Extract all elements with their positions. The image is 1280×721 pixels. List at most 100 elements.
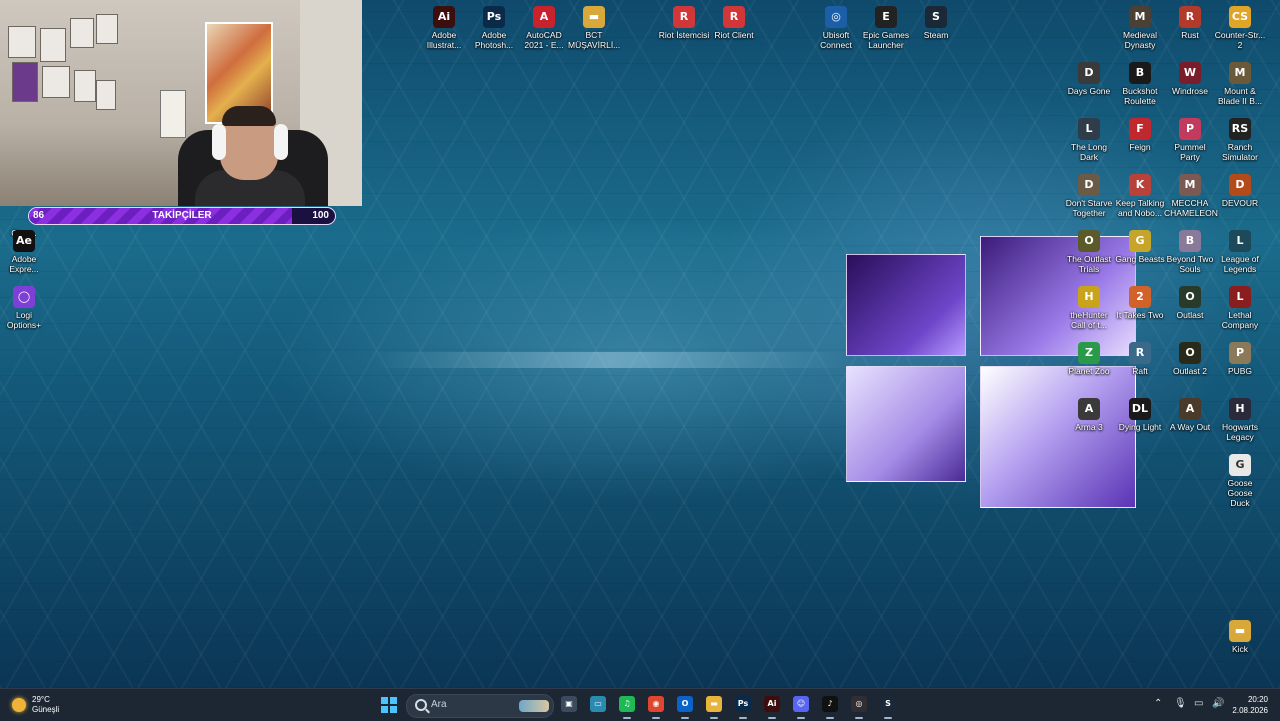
chevron-up-icon[interactable]: ⌃ <box>1154 698 1162 709</box>
desktop-icon-outlast[interactable]: O Outlast <box>1164 286 1216 320</box>
desktop-icon-riot-client[interactable]: R Riot Client <box>708 6 760 40</box>
desktop-icon-thehunter[interactable]: HtheHunter Call of t... <box>1063 286 1115 330</box>
taskbar-chrome-icon[interactable]: ◉ <box>648 696 664 712</box>
network-icon[interactable]: ▭ <box>1194 698 1203 709</box>
desktop-icon-epic-games[interactable]: E Epic Games Launcher <box>860 6 912 50</box>
desktop-icon-the-long-dark[interactable]: L The Long Dark <box>1063 118 1115 162</box>
taskbar-file-explorer-icon[interactable]: ▬ <box>706 696 722 712</box>
webcam-poster <box>74 70 96 102</box>
desktop-icon-meccha-chameleon[interactable]: M MECCHA CHAMELEON <box>1164 174 1218 218</box>
desktop-icon-ubisoft-connect[interactable]: ◎ Ubisoft Connect <box>810 6 862 50</box>
desktop-icon-label: A Way Out <box>1169 422 1211 432</box>
taskbar-search[interactable]: Ara <box>406 694 554 718</box>
desktop-icon-goose-goose-duck[interactable]: G Goose Goose Duck <box>1214 454 1266 508</box>
weather-widget[interactable]: 29°C Güneşli <box>12 695 59 715</box>
pubg-icon: P <box>1229 342 1251 364</box>
planet-zoo-icon: Z <box>1078 342 1100 364</box>
pummel-party-icon: P <box>1179 118 1201 140</box>
taskbar-discord-icon[interactable]: ☺ <box>793 696 809 712</box>
follower-goal-target: 100 <box>312 210 329 221</box>
volume-icon[interactable]: 🔊 <box>1212 698 1224 709</box>
desktop-icon-label: Logi Options+ <box>6 310 42 330</box>
desktop-icon-days-gone[interactable]: D Days Gone <box>1063 62 1115 96</box>
windows-logo-pane <box>846 254 966 356</box>
desktop-icon-planet-zoo[interactable]: Z Planet Zoo <box>1063 342 1115 376</box>
system-clock[interactable]: 20:20 2.08.2026 <box>1232 694 1268 716</box>
desktop-icon-dying-light[interactable]: DL Dying Light <box>1114 398 1166 432</box>
adobe-illustrator-icon: Ai <box>433 6 455 28</box>
desktop-icon-counter-strike[interactable]: CS Counter-Str... 2 <box>1214 6 1266 50</box>
running-indicator <box>826 717 834 719</box>
taskbar-task-view-icon[interactable]: ▣ <box>561 696 577 712</box>
desktop-icon-hogwarts-legacy[interactable]: H Hogwarts Legacy <box>1214 398 1266 442</box>
desktop-icon-label: Ubisoft Connect <box>820 30 852 50</box>
desktop-icon-beyond-two-souls[interactable]: B Beyond Two Souls <box>1164 230 1216 274</box>
desktop-icon-buckshot-roulette[interactable]: B Buckshot Roulette <box>1114 62 1166 106</box>
desktop-icon-it-takes-two[interactable]: 2 It Takes Two <box>1114 286 1166 320</box>
taskbar-obs-icon[interactable]: ◎ <box>851 696 867 712</box>
desktop-icon-ranch-simulator[interactable]: RS Ranch Simulator <box>1214 118 1266 162</box>
desktop-icon-arma-3[interactable]: A Arma 3 <box>1063 398 1115 432</box>
taskbar-outlook-icon[interactable]: O <box>677 696 693 712</box>
desktop-icon-rust[interactable]: R Rust <box>1164 6 1216 40</box>
start-button[interactable] <box>381 697 397 713</box>
desktop-icon-logi-options[interactable]: ◯ Logi Options+ <box>0 286 50 330</box>
adobe-photoshop-icon: Ps <box>483 6 505 28</box>
desktop-icon-keep-talking[interactable]: K Keep Talking and Nobo... <box>1114 174 1166 218</box>
taskbar-desktop-app-icon[interactable]: ▭ <box>590 696 606 712</box>
desktop-icon-label: Outlast 2 <box>1172 366 1208 376</box>
windows-icon <box>381 697 388 704</box>
desktop-icon-pubg[interactable]: P PUBG <box>1214 342 1266 376</box>
desktop-icon-gang-beasts[interactable]: G Gang Beasts <box>1114 230 1166 264</box>
taskbar-photoshop-icon[interactable]: Ps <box>735 696 751 712</box>
clock-time: 20:20 <box>1247 695 1268 704</box>
desktop-icon-label: Outlast <box>1176 310 1204 320</box>
steam-icon: S <box>925 6 947 28</box>
weather-temperature: 29°C <box>32 695 50 704</box>
desktop-icon-feign[interactable]: F Feign <box>1114 118 1166 152</box>
outlast-icon: O <box>1179 286 1201 308</box>
desktop-icon-kick-folder[interactable]: ▬ Kick <box>1214 620 1266 654</box>
desktop-icon-steam[interactable]: S Steam <box>910 6 962 40</box>
desktop-icon-windrose[interactable]: W Windrose <box>1164 62 1216 96</box>
a-way-out-icon: A <box>1179 398 1201 420</box>
desktop-icon-label: Steam <box>923 30 949 40</box>
the-long-dark-icon: L <box>1078 118 1100 140</box>
desktop-icon-label: Epic Games Launcher <box>862 30 910 50</box>
wallpaper-light-beam <box>370 352 850 368</box>
desktop-icon-label: Dying Light <box>1118 422 1162 432</box>
desktop-icon-autocad[interactable]: A AutoCAD 2021 - E... <box>518 6 570 50</box>
desktop-icon-outlast-trials[interactable]: O The Outlast Trials <box>1063 230 1115 274</box>
webcam-streamer-hair <box>222 106 276 126</box>
desktop-icon-riot-istemcisi[interactable]: R Riot İstemcisi <box>658 6 710 40</box>
microphone-icon[interactable]: 🎙 <box>1174 698 1187 709</box>
lethal-company-icon: L <box>1229 286 1251 308</box>
desktop-icon-devour[interactable]: D DEVOUR <box>1214 174 1266 208</box>
riot-client-icon: R <box>723 6 745 28</box>
desktop-icon-label: PUBG <box>1227 366 1253 376</box>
desktop-icon-a-way-out[interactable]: A A Way Out <box>1164 398 1216 432</box>
desktop-icon-outlast-2[interactable]: O Outlast 2 <box>1164 342 1216 376</box>
desktop-icon-raft[interactable]: R Raft <box>1114 342 1166 376</box>
desktop-icon-dont-starve[interactable]: D Don't Starve Together <box>1063 174 1115 218</box>
desktop-icon-league-of-legends[interactable]: L League of Legends <box>1214 230 1266 274</box>
search-icon <box>415 699 427 711</box>
running-indicator <box>652 717 660 719</box>
desktop-icon-label: Ranch Simulator <box>1222 142 1258 162</box>
desktop-icon-label: Pummel Party <box>1174 142 1206 162</box>
search-highlight-image <box>519 700 549 712</box>
webcam-poster <box>70 18 94 48</box>
dying-light-icon: DL <box>1129 398 1151 420</box>
desktop-icon-bct-folder[interactable]: ▬ BCT MÜŞAVİRLİ... <box>568 6 620 50</box>
desktop-icon-adobe-illustrator[interactable]: Ai Adobe Illustrat... <box>418 6 470 50</box>
taskbar-spotify-icon[interactable]: ♫ <box>619 696 635 712</box>
desktop-icon-medieval-dynasty[interactable]: M Medieval Dynasty <box>1114 6 1166 50</box>
desktop-icon-pummel-party[interactable]: P Pummel Party <box>1164 118 1216 162</box>
taskbar-steam-icon[interactable]: S <box>880 696 896 712</box>
taskbar-illustrator-icon[interactable]: Ai <box>764 696 780 712</box>
taskbar-tiktok-icon[interactable]: ♪ <box>822 696 838 712</box>
desktop-icon-adobe-express[interactable]: Ae Adobe Expre... <box>0 230 50 274</box>
desktop-icon-mount-blade[interactable]: M Mount & Blade II B... <box>1214 62 1266 106</box>
desktop-icon-lethal-company[interactable]: L Lethal Company <box>1214 286 1266 330</box>
desktop-icon-adobe-photoshop[interactable]: Ps Adobe Photosh... <box>468 6 520 50</box>
